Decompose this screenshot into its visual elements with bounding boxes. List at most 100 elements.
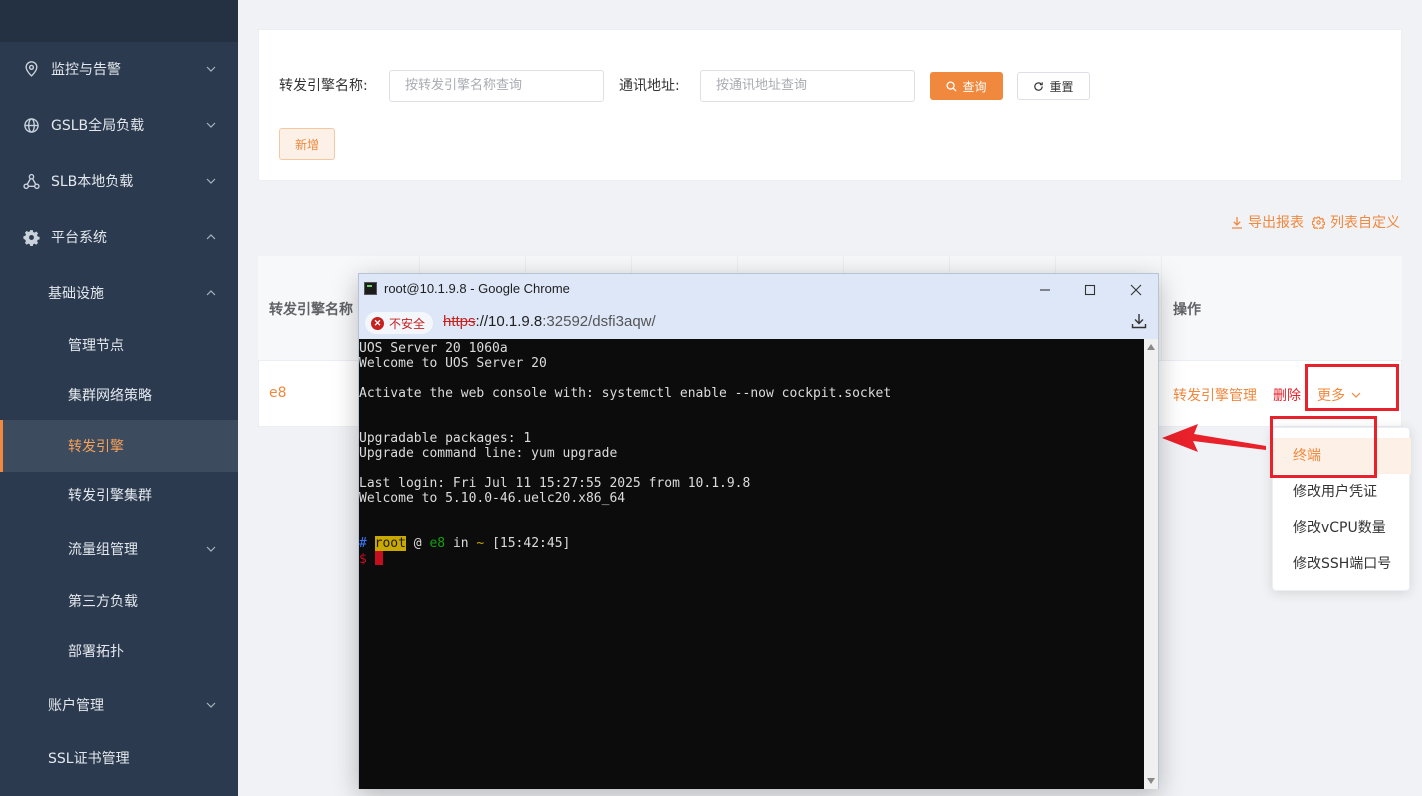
prompt-hash: #	[359, 536, 367, 551]
sidebar-item-slb[interactable]: SLB本地负载	[0, 155, 238, 207]
url-protocol: https	[443, 313, 476, 330]
sidebar-item-traffic-group[interactable]: 流量组管理	[0, 523, 238, 575]
annotation-box-terminal	[1270, 416, 1377, 478]
terminal-line: Welcome to UOS Server 20	[359, 356, 547, 371]
sidebar-item-label: 第三方负载	[68, 594, 138, 610]
prompt-dollar: $	[359, 552, 367, 567]
address-bar: ✕ 不安全 https://10.1.9.8:32592/dsfi3aqw/	[359, 305, 1158, 339]
sidebar-item-forwarding-engine-cluster[interactable]: 转发引擎集群	[0, 469, 238, 521]
address-label: 通讯地址:	[619, 78, 680, 94]
row-engine-name-link[interactable]: e8	[269, 385, 287, 401]
sidebar-item-label: 集群网络策略	[68, 388, 152, 404]
download-icon	[1232, 216, 1242, 229]
terminal-scrollbar[interactable]	[1144, 339, 1158, 789]
sidebar-item-monitoring[interactable]: 监控与告警	[0, 43, 238, 95]
sidebar-item-label: 部署拓扑	[68, 644, 124, 660]
location-icon	[22, 60, 40, 78]
terminal-app-icon	[364, 282, 377, 295]
terminal-input-line[interactable]: $	[359, 551, 383, 567]
sidebar-item-label: 转发引擎	[68, 439, 124, 455]
terminal-line: UOS Server 20 1060a	[359, 341, 508, 356]
scroll-down-icon[interactable]	[1147, 778, 1155, 784]
export-report-label: 导出报表	[1248, 215, 1304, 231]
menu-item-edit-vcpu[interactable]: 修改vCPU数量	[1273, 510, 1411, 546]
sidebar-item-ssl-cert[interactable]: SSL证书管理	[0, 732, 238, 784]
sidebar: 监控与告警 GSLB全局负载 SLB本地负载 平台系统 基础设施 管理节点 集群…	[0, 0, 238, 796]
chevron-down-icon	[206, 700, 216, 710]
prompt-at: @	[413, 536, 422, 551]
refresh-icon	[1034, 81, 1044, 91]
sidebar-top	[0, 0, 238, 42]
insecure-label: 不安全	[389, 316, 426, 331]
sidebar-item-label: 平台系统	[51, 230, 107, 246]
sidebar-item-platform[interactable]: 平台系统	[0, 211, 238, 263]
prompt-host: e8	[429, 536, 446, 551]
engine-name-input[interactable]: 按转发引擎名称查询	[389, 70, 604, 102]
insecure-badge[interactable]: ✕ 不安全	[365, 312, 434, 334]
query-button[interactable]: 查询	[930, 72, 1003, 100]
sidebar-item-label: GSLB全局负载	[51, 118, 145, 134]
sidebar-item-label: 转发引擎集群	[68, 488, 152, 504]
chevron-down-icon	[206, 64, 216, 74]
settings-icon	[1312, 216, 1325, 229]
annotation-arrow-icon	[1162, 424, 1266, 452]
menu-item-edit-credentials[interactable]: 修改用户凭证	[1273, 474, 1411, 510]
query-button-label: 查询	[962, 79, 987, 94]
sidebar-item-label: 账户管理	[48, 698, 104, 714]
search-icon	[946, 80, 958, 92]
gear-icon	[22, 228, 40, 246]
add-button[interactable]: 新增	[279, 128, 335, 160]
url-text[interactable]: https://10.1.9.8:32592/dsfi3aqw/	[443, 313, 656, 330]
sidebar-item-gslb[interactable]: GSLB全局负载	[0, 99, 238, 151]
chevron-up-icon	[206, 232, 216, 242]
sidebar-item-forwarding-engine[interactable]: 转发引擎	[0, 420, 238, 472]
prompt-dir: ~	[476, 536, 485, 551]
download-icon[interactable]	[1130, 312, 1150, 332]
sidebar-item-label: 流量组管理	[68, 542, 138, 558]
customize-list-link[interactable]: 列表自定义	[1312, 212, 1400, 232]
sidebar-item-infrastructure[interactable]: 基础设施	[0, 267, 238, 319]
terminal-prompt-line: # root @ e8 in ~ [15:42:45]	[359, 536, 570, 551]
reset-button-label: 重置	[1049, 79, 1074, 94]
sidebar-item-label: 管理节点	[68, 338, 124, 354]
terminal-line: Upgradable packages: 1	[359, 431, 532, 446]
prompt-time: [15:42:45]	[492, 536, 571, 551]
menu-item-edit-ssh-port[interactable]: 修改SSH端口号	[1273, 546, 1411, 582]
url-host: ://10.1.9.8	[475, 313, 543, 330]
sidebar-item-management-node[interactable]: 管理节点	[0, 319, 238, 371]
browser-title: root@10.1.9.8 - Google Chrome	[384, 281, 570, 296]
engine-manage-link[interactable]: 转发引擎管理	[1173, 385, 1257, 405]
sidebar-item-deploy-topology[interactable]: 部署拓扑	[0, 625, 238, 677]
sidebar-item-account[interactable]: 账户管理	[0, 679, 238, 731]
sidebar-item-label: 基础设施	[48, 286, 104, 302]
sidebar-item-cluster-network-policy[interactable]: 集群网络策略	[0, 369, 238, 421]
browser-window: root@10.1.9.8 - Google Chrome ✕ 不安全 http…	[358, 273, 1159, 789]
prompt-in: in	[452, 536, 469, 551]
search-card	[258, 29, 1402, 181]
sidebar-item-label: SLB本地负载	[51, 174, 134, 190]
browser-titlebar: root@10.1.9.8 - Google Chrome	[359, 274, 1158, 305]
warning-icon: ✕	[371, 316, 384, 330]
url-path: :32592/dsfi3aqw/	[542, 313, 656, 330]
globe-icon	[22, 116, 40, 134]
add-button-label: 新增	[294, 137, 319, 152]
maximize-button[interactable]	[1080, 280, 1100, 300]
annotation-box-more	[1305, 364, 1399, 411]
sidebar-item-third-party-lb[interactable]: 第三方负载	[0, 575, 238, 627]
terminal-screen[interactable]: UOS Server 20 1060a Welcome to UOS Serve…	[359, 339, 1144, 789]
terminal-line: Last login: Fri Jul 11 15:27:55 2025 fro…	[359, 476, 751, 491]
terminal-line: Welcome to 5.10.0-46.uelc20.x86_64	[359, 491, 626, 506]
delete-link[interactable]: 删除	[1273, 385, 1301, 405]
scroll-up-icon[interactable]	[1147, 344, 1155, 350]
address-input[interactable]: 按通讯地址查询	[700, 70, 915, 102]
chevron-down-icon	[206, 176, 216, 186]
chevron-down-icon	[206, 120, 216, 130]
close-button[interactable]	[1126, 280, 1146, 300]
prompt-user: root	[374, 536, 406, 551]
export-report-link[interactable]: 导出报表	[1231, 212, 1304, 232]
terminal-line: Activate the web console with: systemctl…	[359, 386, 892, 401]
customize-list-label: 列表自定义	[1330, 215, 1400, 231]
reset-button[interactable]: 重置	[1017, 72, 1090, 100]
terminal-cursor	[374, 551, 383, 565]
minimize-button[interactable]	[1035, 280, 1055, 300]
